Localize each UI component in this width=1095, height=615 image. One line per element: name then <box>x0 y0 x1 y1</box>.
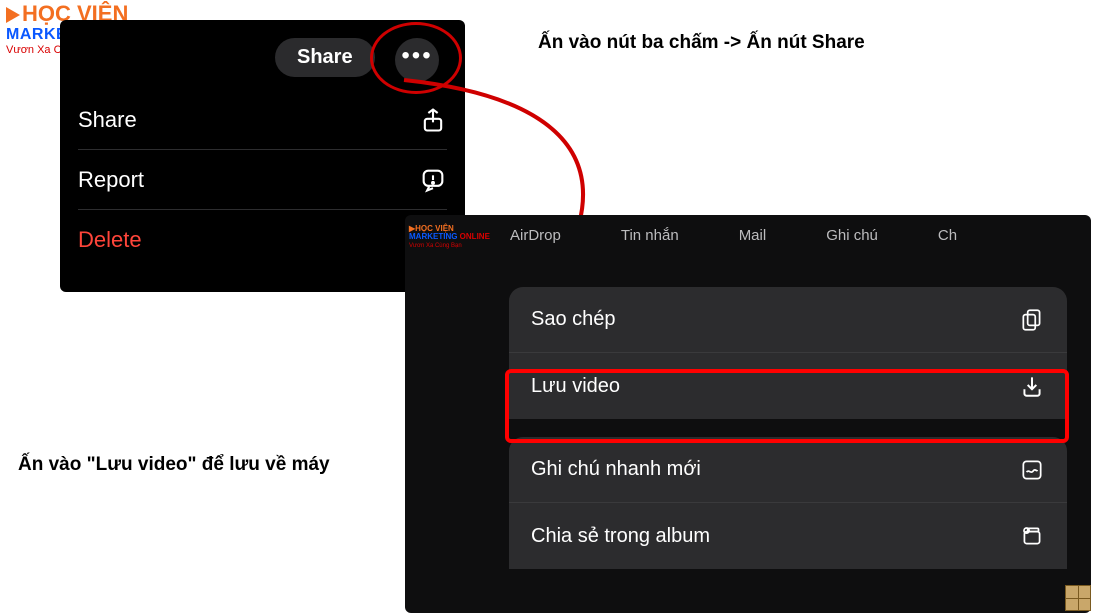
menu-item-delete[interactable]: Delete <box>78 210 447 270</box>
share-app-airdrop[interactable]: AirDrop <box>510 227 561 244</box>
menu-item-label: Report <box>78 167 144 193</box>
share-app-notes[interactable]: Ghi chú <box>826 227 878 244</box>
download-icon <box>1019 373 1045 399</box>
share-app-messages[interactable]: Tin nhắn <box>621 227 679 244</box>
menu-item-label: Delete <box>78 227 142 253</box>
menu-item-report[interactable]: Report <box>78 150 447 210</box>
grid-icon <box>1065 585 1091 611</box>
action-share-album[interactable]: Chia sẻ trong album <box>509 503 1067 569</box>
copy-icon <box>1019 307 1045 333</box>
action-save-video[interactable]: Lưu video <box>509 353 1067 419</box>
share-header-button[interactable]: Share <box>275 38 375 77</box>
menu-item-share[interactable]: Share <box>78 90 447 150</box>
quicknote-icon <box>1019 457 1045 483</box>
share-sheet-panel: ▶HỌC VIỆNMARKETING ONLINEVươn Xa Cùng Bạ… <box>405 215 1091 613</box>
action-label: Ghi chú nhanh mới <box>531 458 701 481</box>
share-app-more[interactable]: Ch <box>938 227 957 244</box>
more-options-button[interactable]: ••• <box>395 38 439 82</box>
share-icon <box>419 106 447 134</box>
album-icon <box>1019 523 1045 549</box>
annotation-top: Ấn vào nút ba chấm -> Ấn nút Share <box>538 32 865 54</box>
action-quick-note[interactable]: Ghi chú nhanh mới <box>509 437 1067 503</box>
watermark-logo: ▶HỌC VIỆNMARKETING ONLINEVươn Xa Cùng Bạ… <box>409 225 490 249</box>
share-app-mail[interactable]: Mail <box>739 227 767 244</box>
menu-item-label: Share <box>78 107 137 133</box>
annotation-left: Ấn vào "Lưu video" để lưu về máy <box>18 454 330 476</box>
action-copy[interactable]: Sao chép <box>509 287 1067 353</box>
action-label: Sao chép <box>531 308 616 331</box>
report-icon <box>419 166 447 194</box>
action-label: Lưu video <box>531 375 620 398</box>
action-label: Chia sẻ trong album <box>531 525 710 548</box>
share-apps-row: AirDrop Tin nhắn Mail Ghi chú Ch <box>510 227 957 244</box>
